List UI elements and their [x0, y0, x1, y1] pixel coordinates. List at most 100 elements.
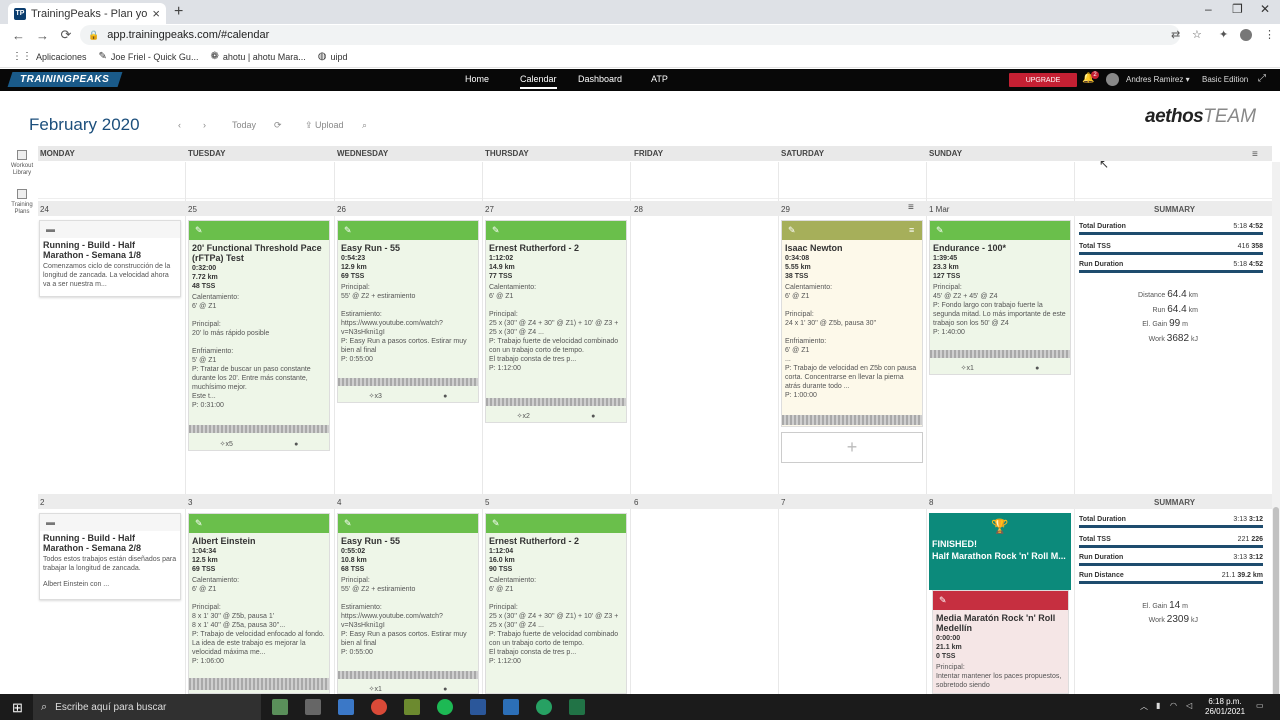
user-avatar[interactable] — [1106, 73, 1119, 86]
taskbar-excel-icon[interactable] — [569, 699, 585, 715]
workout-card[interactable]: ✎ Ernest Rutherford - 2 1:12:04 16.0 km … — [485, 513, 627, 694]
date-label: 8 — [929, 498, 934, 507]
taskbar-mail-icon[interactable] — [338, 699, 354, 715]
workout-card[interactable]: ✎ Albert Einstein 1:04:34 12.5 km 69 TSS… — [188, 513, 330, 694]
notification-badge: 2 — [1091, 71, 1099, 79]
translate-icon[interactable]: ⇄ — [1171, 28, 1180, 41]
workout-card[interactable]: ✎ 20' Functional Threshold Pace (rFTPa) … — [188, 220, 330, 451]
workout-card[interactable]: ✎ Ernest Rutherford - 2 1:12:02 14.9 km … — [485, 220, 627, 423]
day-header-sunday: SUNDAY — [929, 149, 963, 158]
close-window-icon[interactable]: ✕ — [1260, 2, 1270, 16]
aethos-team-logo: aethosTEAM — [1145, 106, 1257, 127]
minimize-icon[interactable]: – — [1205, 2, 1212, 16]
trainingpeaks-logo[interactable]: TRAININGPEAKS — [7, 72, 123, 87]
comment-icon[interactable]: ● — [443, 685, 447, 694]
browser-menu-icon[interactable]: ⋮ — [1264, 28, 1275, 41]
taskbar-sticky-icon[interactable] — [404, 699, 420, 715]
summary-stat: Work 2309 kJ — [1148, 614, 1198, 625]
nav-atp[interactable]: ATP — [651, 74, 668, 84]
forward-icon[interactable]: → — [36, 28, 49, 43]
reload-icon[interactable]: ⟳ — [60, 27, 72, 43]
calendar-settings-icon[interactable]: ≡ — [1252, 149, 1258, 160]
notifications-icon[interactable]: ▭ — [1256, 701, 1264, 710]
tray-volume-icon[interactable]: ◁ — [1186, 701, 1192, 710]
day-menu-icon[interactable]: ≡ — [908, 202, 914, 213]
upgrade-button[interactable]: UPGRADE — [1009, 73, 1077, 87]
user-menu[interactable]: Andres Ramirez ▾ — [1126, 75, 1190, 84]
restore-icon[interactable]: ❐ — [1232, 2, 1243, 16]
scrollbar-thumb[interactable] — [1273, 507, 1279, 707]
bookmark-apps[interactable]: ⋮⋮ Aplicaciones — [12, 51, 87, 62]
tray-wifi-icon[interactable]: ◠ — [1170, 701, 1177, 710]
run-shoe-icon: ✎ — [189, 514, 329, 533]
taskbar-chrome-icon[interactable] — [371, 699, 387, 715]
summary-bar — [1079, 270, 1263, 273]
plan-card[interactable]: ▬ Running - Build - Half Marathon - Sema… — [39, 220, 181, 297]
tray-usb-icon[interactable]: ▮ — [1156, 701, 1160, 710]
prev-month-icon[interactable]: ‹ — [178, 120, 181, 130]
comment-icon[interactable]: ● — [294, 440, 298, 449]
summary-bar — [1079, 252, 1263, 255]
bookmark-star-icon[interactable]: ☆ — [1192, 28, 1202, 41]
add-workout-button[interactable]: + — [781, 432, 923, 463]
divider — [778, 162, 779, 694]
date-label: 24 — [40, 205, 49, 214]
nav-calendar[interactable]: Calendar — [520, 74, 557, 89]
training-plans-button[interactable]: Training Plans — [6, 189, 38, 216]
today-button[interactable]: Today — [232, 120, 256, 130]
fullscreen-icon[interactable]: ⤢ — [1258, 73, 1266, 84]
plan-card[interactable]: ▬ Running - Build - Half Marathon - Sema… — [39, 513, 181, 600]
taskbar-app-icon[interactable] — [305, 699, 321, 715]
summary-bar — [1079, 545, 1263, 548]
search-icon[interactable]: ⌕ — [362, 120, 367, 131]
profile-avatar[interactable] — [1240, 29, 1252, 41]
workout-library-button[interactable]: Workout Library — [6, 150, 38, 177]
day-header-wednesday: WEDNESDAY — [337, 149, 389, 158]
taskbar-clock[interactable]: 6:18 p.m. 26/01/2021 — [1205, 697, 1245, 717]
workout-card[interactable]: ✎ Easy Run - 55 0:55:02 10.8 km 68 TSS P… — [337, 513, 479, 694]
taskbar-app-icon[interactable] — [503, 699, 519, 715]
calendar-scrollbar[interactable] — [1272, 162, 1280, 707]
new-tab-icon[interactable]: + — [174, 3, 183, 21]
date-label: 29 — [781, 205, 790, 214]
browser-tab[interactable]: TP TrainingPeaks - Plan your training × — [8, 3, 166, 24]
comment-icon[interactable]: ● — [591, 412, 595, 421]
date-label: 25 — [188, 205, 197, 214]
close-tab-icon[interactable]: × — [152, 6, 160, 21]
bookmark-page-icon: ❁ — [210, 51, 219, 62]
summary-stat: Distance 64.4 km — [1138, 289, 1198, 300]
finished-event-card[interactable]: 🏆 FINISHED! Half Marathon Rock 'n' Roll … — [929, 513, 1071, 590]
refresh-icon[interactable]: ⟳ — [274, 120, 282, 131]
comment-icon[interactable]: ● — [1035, 364, 1039, 373]
upload-button[interactable]: ⇪ Upload — [305, 120, 344, 131]
summary-bar — [1079, 563, 1263, 566]
taskbar-spotify-icon[interactable] — [437, 699, 453, 715]
workout-menu-icon[interactable]: ≡ — [909, 226, 914, 235]
bookmark-joe-friel[interactable]: ✎ Joe Friel - Quick Gu... — [99, 51, 199, 62]
bookmark-uipd[interactable]: ◍ uipd — [318, 51, 348, 62]
summary-header: SUMMARY — [1154, 498, 1196, 507]
taskbar-word-icon[interactable] — [470, 699, 486, 715]
next-month-icon[interactable]: › — [203, 120, 206, 130]
run-shoe-icon: ✎ ≡ — [782, 221, 922, 240]
taskbar-search[interactable]: ⌕ Escribe aquí para buscar — [33, 694, 261, 720]
workout-card[interactable]: ✎ Endurance - 100* 1:39:45 23.3 km 127 T… — [929, 220, 1071, 375]
back-icon[interactable]: ← — [12, 28, 25, 43]
comment-icon[interactable]: ● — [443, 392, 447, 401]
date-label: 3 — [188, 498, 193, 507]
nav-dashboard[interactable]: Dashboard — [578, 74, 622, 84]
nav-home[interactable]: Home — [465, 74, 489, 84]
bookmark-ahotu[interactable]: ❁ ahotu | ahotu Mara... — [210, 51, 305, 62]
bookmark-page-icon: ✎ — [98, 51, 107, 62]
workout-card[interactable]: ✎ Easy Run - 55 0:54:23 12.9 km 69 TSS P… — [337, 220, 479, 403]
taskbar-app-icon[interactable] — [272, 699, 288, 715]
windows-start-icon[interactable]: ⊞ — [12, 700, 23, 716]
address-bar[interactable]: 🔒 app.trainingpeaks.com/#calendar — [80, 25, 1180, 45]
day-header-thursday: THURSDAY — [485, 149, 529, 158]
workout-card[interactable]: ✎ ≡ Isaac Newton 0:34:08 5.55 km 38 TSS C… — [781, 220, 923, 427]
extensions-icon[interactable]: ✦ — [1219, 28, 1228, 41]
taskbar-app-icon[interactable] — [536, 699, 552, 715]
run-shoe-icon: ✎ — [486, 514, 626, 533]
summary-stat: El. Gain 99 m — [1142, 318, 1188, 329]
tray-chevron-icon[interactable]: ︿ — [1140, 701, 1148, 712]
